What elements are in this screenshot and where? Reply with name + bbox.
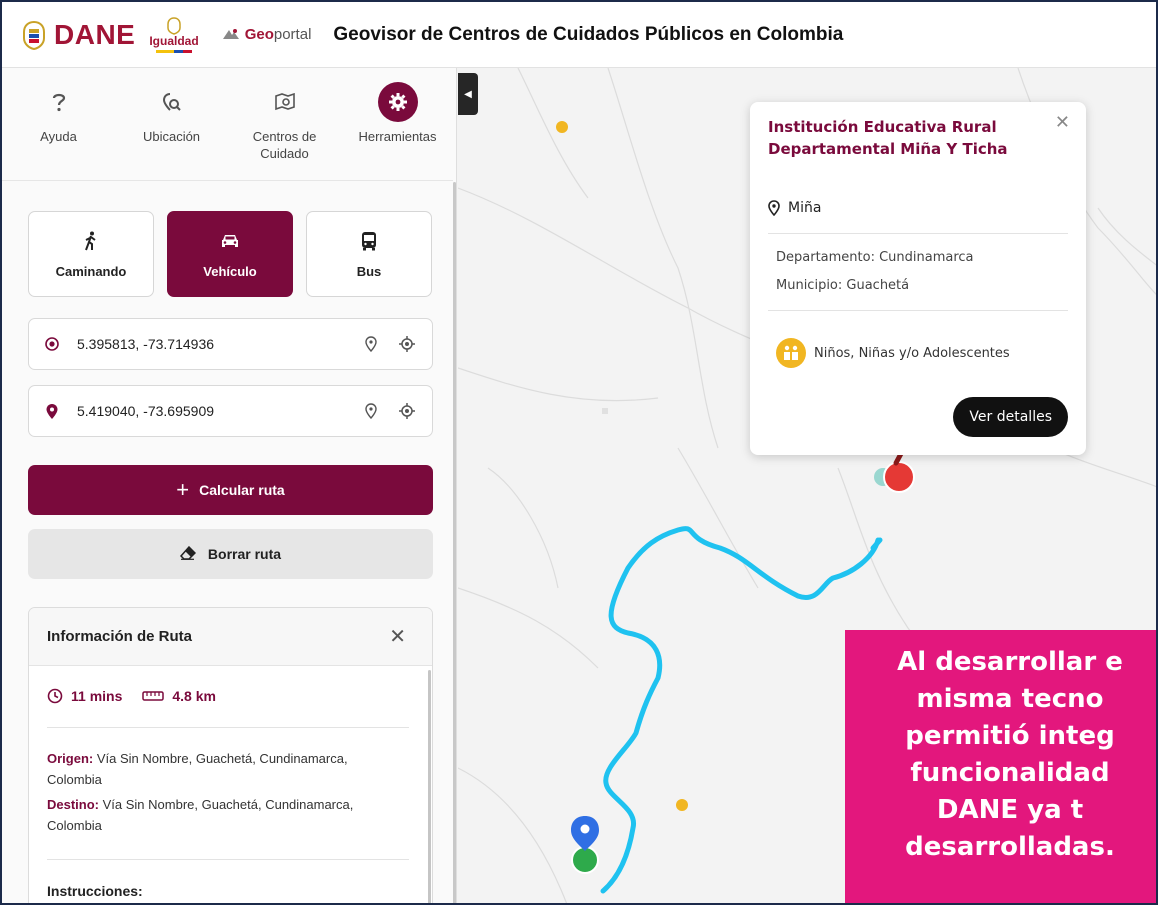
dane-logo-text: DANE	[54, 18, 136, 50]
pin-outline-icon[interactable]	[360, 333, 382, 355]
pin-outline-icon[interactable]	[360, 400, 382, 422]
route-origin-label: Origen:	[47, 751, 94, 766]
pin-outline-icon	[768, 200, 780, 216]
route-origin-value: Vía Sin Nombre, Guachetá, Cundinamarca, …	[47, 751, 348, 787]
calculate-route-label: Calcular ruta	[199, 482, 285, 498]
route-duration: 11 mins	[71, 688, 123, 704]
mode-walking-button[interactable]: Caminando	[28, 211, 154, 297]
tool-ubicacion-label: Ubicación	[142, 129, 201, 144]
eraser-icon	[179, 545, 196, 563]
toolbar-divider	[2, 180, 453, 181]
crosshair-icon[interactable]	[396, 400, 418, 422]
popup-location: Miña	[768, 200, 821, 216]
tool-ayuda[interactable]: Ayuda	[2, 68, 115, 178]
route-divider	[47, 727, 409, 728]
close-icon[interactable]: ✕	[389, 624, 406, 649]
help-icon	[39, 82, 79, 122]
ruler-icon	[142, 691, 165, 701]
walk-icon	[84, 230, 98, 252]
clear-route-label: Borrar ruta	[207, 546, 282, 562]
banner-line: funcionalidad	[910, 758, 1110, 788]
popup-category: Niños, Niñas y/o Adolescentes	[776, 338, 1010, 368]
tool-herramientas[interactable]: Herramientas	[341, 68, 454, 178]
tool-centros[interactable]: Centros de Cuidado	[228, 68, 341, 178]
app-frame: DANE Igualdad Geoportal Geovisor de Cent…	[0, 0, 1158, 905]
calculate-route-button[interactable]: + Calcular ruta	[28, 465, 433, 515]
dane-logo[interactable]: DANE	[20, 19, 135, 51]
mode-vehicle-button[interactable]: Vehículo	[167, 211, 293, 297]
view-details-button[interactable]: Ver detalles	[953, 397, 1068, 437]
tool-ayuda-label: Ayuda	[40, 129, 77, 144]
flag-stripe	[156, 49, 193, 53]
route-origin: Origen: Vía Sin Nombre, Guachetá, Cundin…	[47, 748, 397, 790]
collapse-sidebar-button[interactable]: ◀	[458, 73, 478, 115]
banner-line: permitió integ	[905, 721, 1115, 751]
destination-value: 5.419040, -73.695909	[77, 403, 215, 419]
popup-location-name: Miña	[788, 200, 822, 216]
destination-pin-icon	[45, 403, 59, 419]
popup-category-label: Niños, Niñas y/o Adolescentes	[814, 345, 1010, 361]
popup-municipality: Municipio: Guachetá	[776, 278, 910, 293]
origin-input[interactable]: 5.395813, -73.714936	[28, 318, 433, 370]
popup-department: Departamento: Cundinamarca	[776, 250, 974, 265]
children-icon	[776, 338, 806, 368]
route-instructions-label: Instrucciones:	[47, 883, 143, 899]
mode-vehicle-label: Vehículo	[203, 263, 257, 279]
geoportal-text: Geoportal	[245, 26, 312, 43]
app-title: Geovisor de Centros de Cuidados Públicos…	[333, 23, 844, 45]
gear-icon	[377, 82, 418, 122]
center-info-popup: Institución Educativa Rural Departamenta…	[750, 102, 1086, 455]
car-icon	[220, 230, 240, 252]
route-info-header: Información de Ruta ✕	[29, 608, 432, 666]
route-panel-scrollbar[interactable]	[428, 670, 431, 903]
bus-icon	[360, 230, 378, 252]
overlay-banner: Al desarrollar e misma tecno permitió in…	[845, 630, 1156, 903]
destination-input[interactable]: 5.419040, -73.695909	[28, 385, 433, 437]
tool-herramientas-label: Herramientas	[358, 129, 437, 144]
origin-value: 5.395813, -73.714936	[77, 336, 215, 352]
geoportal-text-bold: Geo	[244, 26, 274, 43]
chevron-left-icon: ◀	[464, 88, 472, 100]
route-info-panel: Información de Ruta ✕ 11 mins 4.8 km Ori…	[28, 607, 433, 903]
banner-line: desarrolladas.	[905, 832, 1115, 862]
crosshair-icon[interactable]	[396, 333, 418, 355]
close-icon[interactable]: ✕	[1055, 112, 1070, 133]
tool-centros-label: Centros de Cuidado	[252, 129, 317, 161]
clear-route-button[interactable]: Borrar ruta	[28, 529, 433, 579]
route-destination-label: Destino:	[47, 797, 99, 812]
route-distance: 4.8 km	[172, 688, 216, 704]
igualdad-logo[interactable]: Igualdad	[149, 16, 199, 53]
popup-title: Institución Educativa Rural Departamenta…	[768, 118, 1008, 158]
mode-bus-label: Bus	[356, 263, 382, 279]
mode-walking-label: Caminando	[55, 263, 127, 279]
colombia-crest-icon	[23, 20, 45, 50]
banner-line: DANE ya t	[936, 795, 1084, 825]
route-destination: Destino: Vía Sin Nombre, Guachetá, Cundi…	[47, 794, 397, 836]
tool-ubicacion[interactable]: Ubicación	[115, 68, 228, 178]
top-header: DANE Igualdad Geoportal Geovisor de Cent…	[2, 2, 1156, 68]
geoportal-text-light: portal	[273, 26, 312, 43]
mode-bus-button[interactable]: Bus	[306, 211, 432, 297]
popup-divider	[768, 310, 1068, 311]
plus-icon: +	[176, 477, 190, 502]
sidebar-toolbar: Ayuda Ubicación Centros de Cuidado Herra…	[2, 68, 457, 178]
sidebar-scrollbar[interactable]	[453, 182, 456, 903]
map-search-icon	[265, 82, 305, 122]
origin-radio-icon	[45, 337, 59, 351]
igualdad-crest-icon	[167, 16, 181, 35]
geoportal-logo[interactable]: Geoportal	[221, 26, 312, 43]
route-info-title: Información de Ruta	[47, 628, 193, 645]
sidebar: Ayuda Ubicación Centros de Cuidado Herra…	[2, 68, 457, 903]
geoportal-icon	[222, 28, 239, 39]
popup-divider	[768, 233, 1068, 234]
banner-line: Al desarrollar e	[897, 647, 1123, 677]
igualdad-logo-text: Igualdad	[149, 33, 199, 48]
route-divider	[47, 859, 409, 860]
banner-line: misma tecno	[916, 684, 1104, 714]
location-search-icon	[152, 82, 192, 122]
clock-icon	[47, 688, 63, 704]
travel-mode-selector: Caminando Vehículo Bus	[28, 211, 432, 297]
route-stats: 11 mins 4.8 km	[47, 688, 216, 704]
